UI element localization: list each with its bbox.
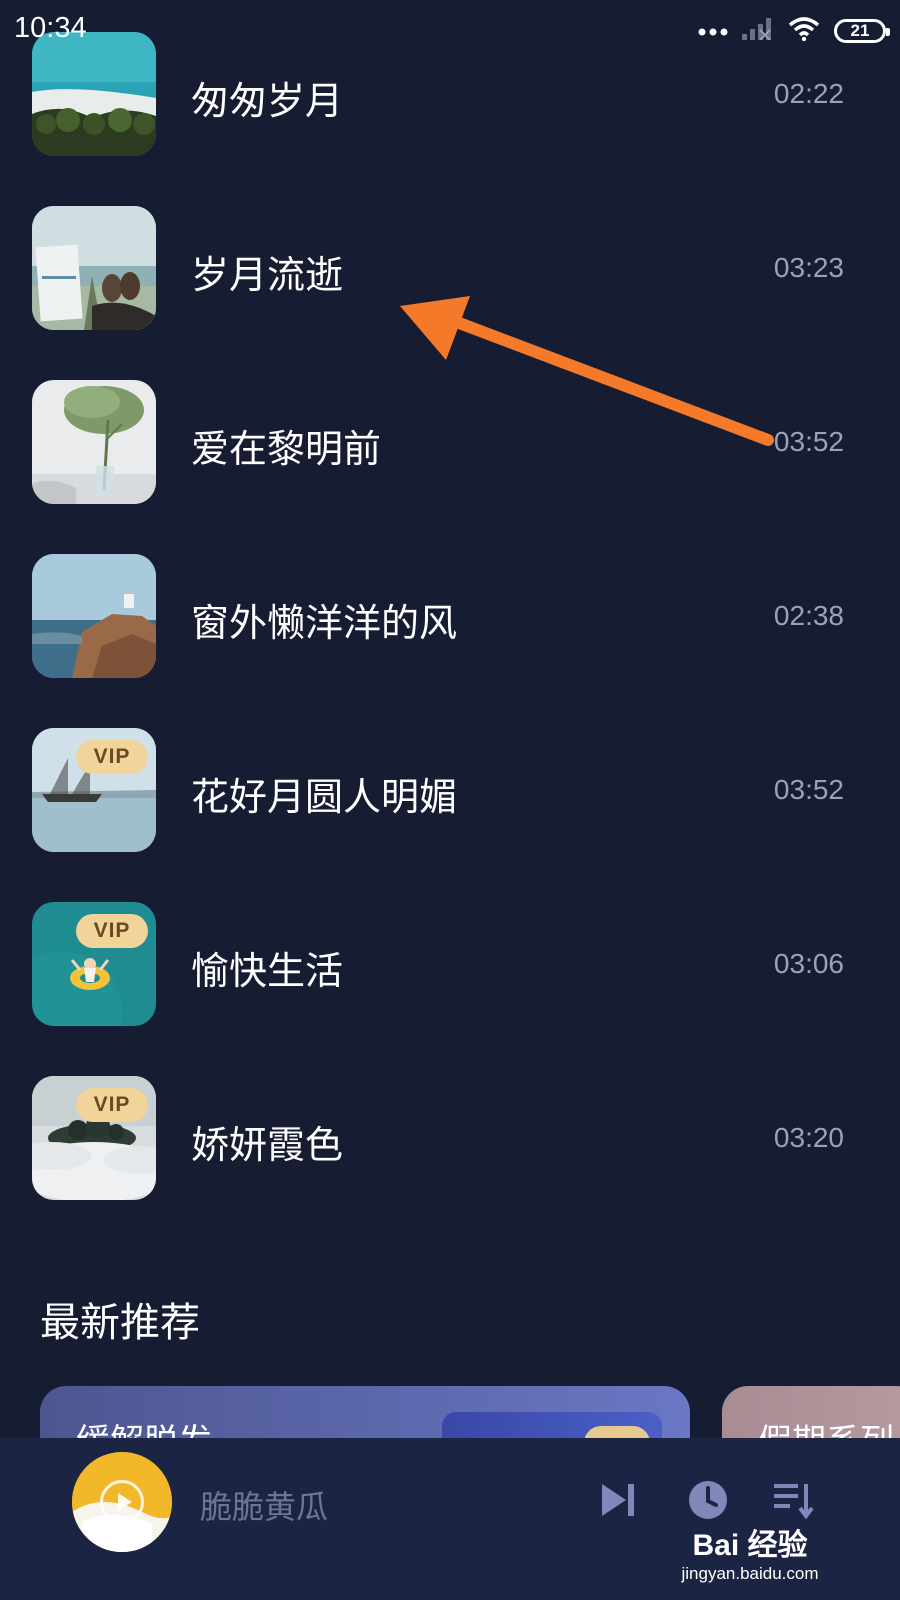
song-title: 娇妍霞色 <box>191 1123 344 1167</box>
vip-badge: VIP <box>76 1088 148 1122</box>
section-title-latest-recommend: 最新推荐 <box>40 1300 200 1346</box>
song-duration: 02:22 <box>773 78 844 109</box>
status-icons: 21 <box>698 14 890 48</box>
vip-badge: VIP <box>76 740 148 774</box>
song-thumbnail-sailboat: VIP <box>32 728 156 852</box>
music-app-screen: 匆匆岁月 02:22 岁月流逝 03:23 爱在黎明前 03:52 窗外懒洋洋的… <box>0 0 900 1600</box>
watermark: Bai 经验 jingyan.baidu.com <box>650 1520 850 1584</box>
song-title: 爱在黎明前 <box>191 427 382 471</box>
song-thumbnail-island: VIP <box>32 1076 156 1200</box>
status-bar: 10:34 21 <box>0 0 900 62</box>
song-title: 花好月圆人明媚 <box>191 775 458 819</box>
song-title: 岁月流逝 <box>191 253 344 297</box>
song-duration: 03:20 <box>773 1122 844 1153</box>
song-title: 匆匆岁月 <box>191 79 344 123</box>
song-row[interactable]: 岁月流逝 03:23 <box>0 206 900 330</box>
song-duration: 03:52 <box>773 774 844 805</box>
song-duration: 03:23 <box>773 252 844 283</box>
song-thumbnail-seaside <box>32 206 156 330</box>
song-duration: 03:06 <box>773 948 844 979</box>
song-row[interactable]: 窗外懒洋洋的风 02:38 <box>0 554 900 678</box>
song-row[interactable]: VIP 愉快生活 03:06 <box>0 902 900 1026</box>
song-title: 愉快生活 <box>191 949 344 993</box>
next-icon[interactable] <box>596 1478 640 1522</box>
battery-icon: 21 <box>834 19 890 43</box>
status-time: 10:34 <box>14 12 87 44</box>
song-duration: 02:38 <box>773 600 844 631</box>
song-thumbnail-cliff <box>32 554 156 678</box>
song-row[interactable]: VIP 娇妍霞色 03:20 <box>0 1076 900 1200</box>
song-duration: 03:52 <box>773 426 844 457</box>
song-thumbnail-plant <box>32 380 156 504</box>
player-track-title: 脆脆黄瓜 <box>200 1488 329 1526</box>
song-row[interactable]: 爱在黎明前 03:52 <box>0 380 900 504</box>
more-dots-icon <box>698 22 728 41</box>
watermark-url: jingyan.baidu.com <box>681 1564 819 1583</box>
vip-badge: VIP <box>76 914 148 948</box>
song-row[interactable]: VIP 花好月圆人明媚 03:52 <box>0 728 900 852</box>
timer-icon[interactable] <box>686 1478 730 1522</box>
song-thumbnail-swimmer: VIP <box>32 902 156 1026</box>
song-title: 窗外懒洋洋的风 <box>191 601 458 645</box>
playlist-icon[interactable] <box>772 1478 816 1522</box>
signal-icon <box>742 18 774 44</box>
play-icon[interactable] <box>100 1480 144 1524</box>
watermark-logo: Bai 经验 <box>692 1529 808 1562</box>
wifi-icon <box>788 17 820 45</box>
